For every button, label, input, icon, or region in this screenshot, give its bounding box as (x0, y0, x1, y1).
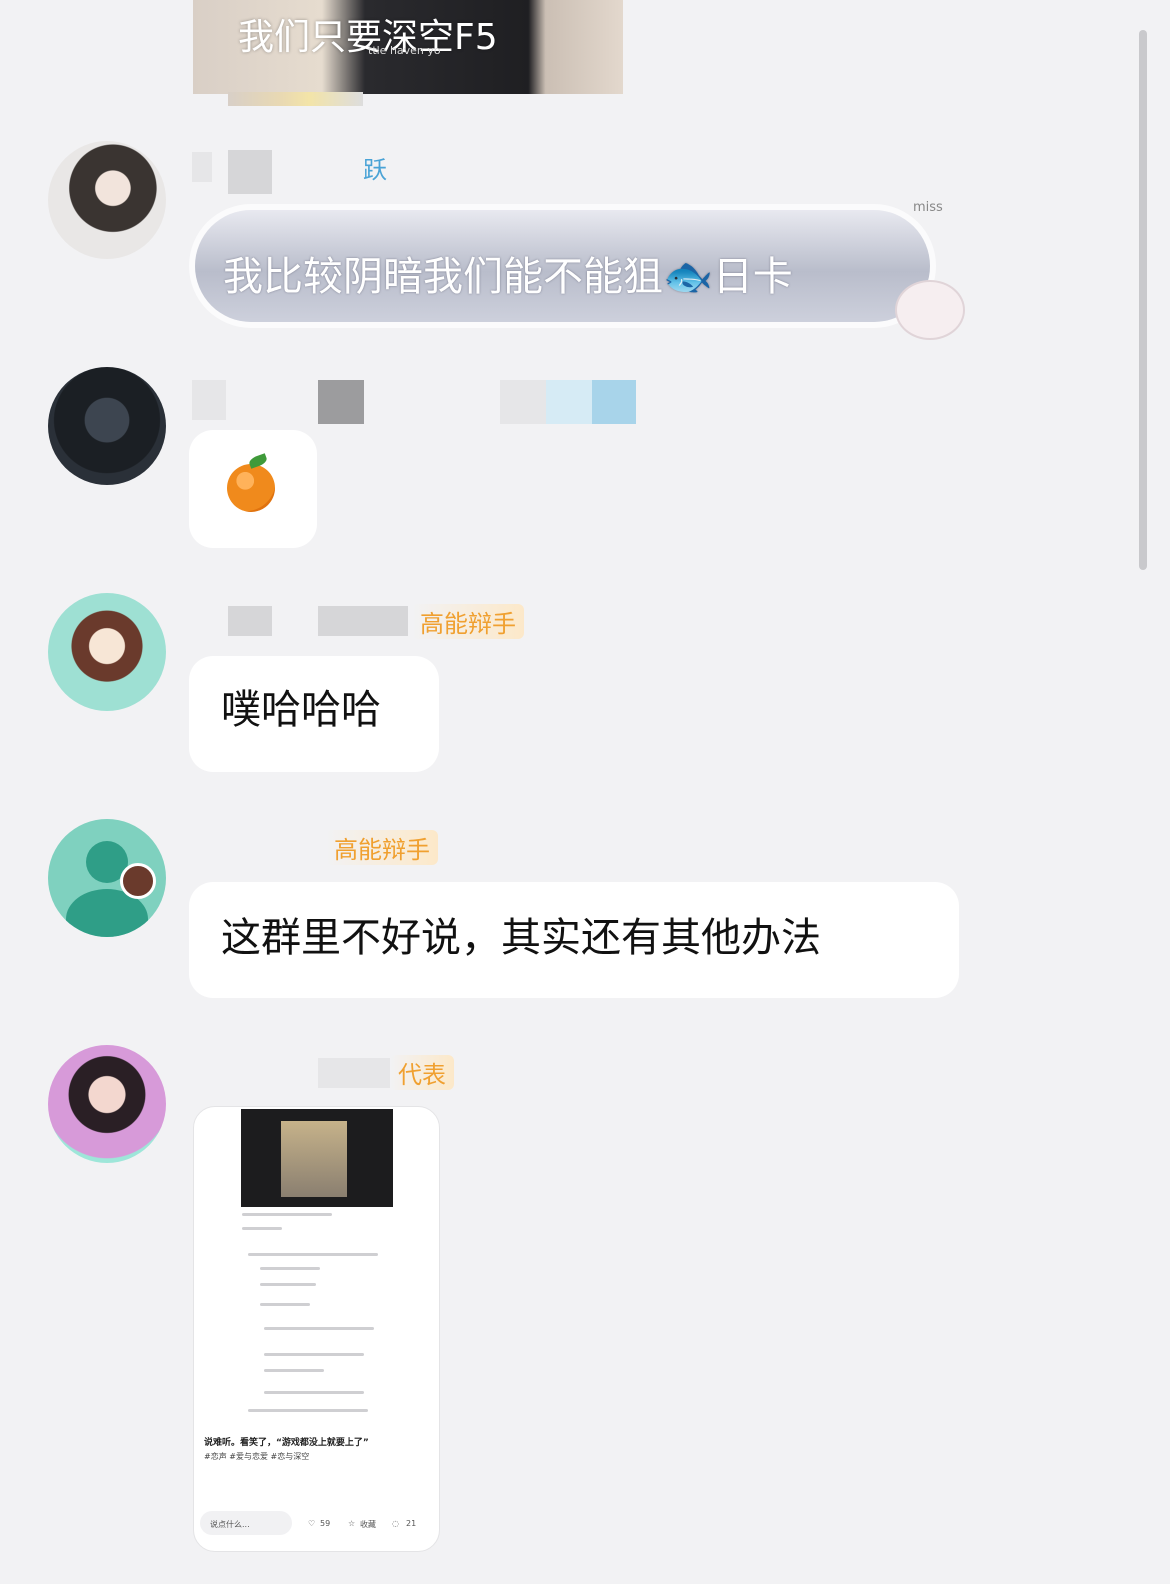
avatar[interactable] (48, 141, 166, 259)
fish-icon: 🐟 (663, 254, 713, 300)
video-thumbnail (241, 1109, 393, 1207)
video-scene (281, 1121, 347, 1197)
avatar[interactable] (48, 593, 166, 711)
sender-name-blurred (228, 606, 272, 636)
scrollbar[interactable] (1139, 30, 1147, 570)
message-text: 噗哈哈哈 (221, 687, 381, 733)
message-bubble[interactable]: 我比较阴暗我们能不能狙🐟日卡 (195, 210, 930, 322)
sender-name-blurred (228, 150, 272, 194)
like-count: 59 (320, 1519, 331, 1528)
comment-count: 21 (406, 1519, 417, 1528)
sender-name-blurred (192, 152, 212, 182)
bubble-decoration-label: miss (913, 200, 943, 215)
member-badge: 跃 (363, 156, 387, 184)
post-tags: #恋声 #爱与恋爱 #恋与深空 (204, 1452, 310, 1461)
sender-name-blurred (546, 380, 592, 424)
avatar[interactable] (48, 367, 166, 485)
message-text: 我比较阴暗我们能不能狙🐟日卡 (223, 254, 793, 300)
sender-name-blurred (192, 380, 226, 420)
heart-icon: ♡ (308, 1519, 316, 1528)
post-action-bar: 说点什么... ♡ 59 ☆ 收藏 ◌ 21 (200, 1513, 432, 1537)
message-bubble[interactable] (189, 430, 317, 548)
image-subcaption: ttle haven yo (368, 44, 441, 57)
member-badge: 代表 (390, 1055, 454, 1090)
sender-name-blurred (318, 1058, 390, 1088)
bubble-sticker-icon (895, 280, 965, 340)
avatar[interactable] (48, 1045, 166, 1163)
message-bubble[interactable]: 这群里不好说，其实还有其他办法 (189, 882, 959, 998)
shared-screenshot[interactable]: 说难听。看笑了，“游戏都没上就要上了” #恋声 #爱与恋爱 #恋与深空 说点什么… (193, 1106, 440, 1552)
avatar[interactable] (48, 819, 166, 937)
message-text: 这群里不好说，其实还有其他办法 (221, 915, 821, 961)
avatar-pendant-icon (120, 863, 156, 899)
comment-icon: ◌ (392, 1519, 399, 1528)
reply-placeholder: 说点什么... (210, 1520, 250, 1529)
sender-name-blurred (318, 380, 364, 424)
member-badge: 高能辩手 (326, 830, 438, 865)
member-badge: 高能辩手 (412, 604, 524, 639)
post-caption: 说难听。看笑了，“游戏都没上就要上了” (204, 1438, 369, 1448)
image-edge-strip (228, 92, 363, 106)
sender-name-blurred (318, 606, 408, 636)
sender-name-blurred (592, 380, 636, 424)
orange-icon (227, 464, 275, 512)
star-icon: ☆ (348, 1519, 356, 1528)
sender-name-blurred (500, 380, 546, 424)
favorite-label: 收藏 (360, 1520, 376, 1529)
message-bubble[interactable]: 噗哈哈哈 (189, 656, 439, 772)
shared-image[interactable]: 我们只要深空F5 ttle haven yo (193, 0, 623, 94)
